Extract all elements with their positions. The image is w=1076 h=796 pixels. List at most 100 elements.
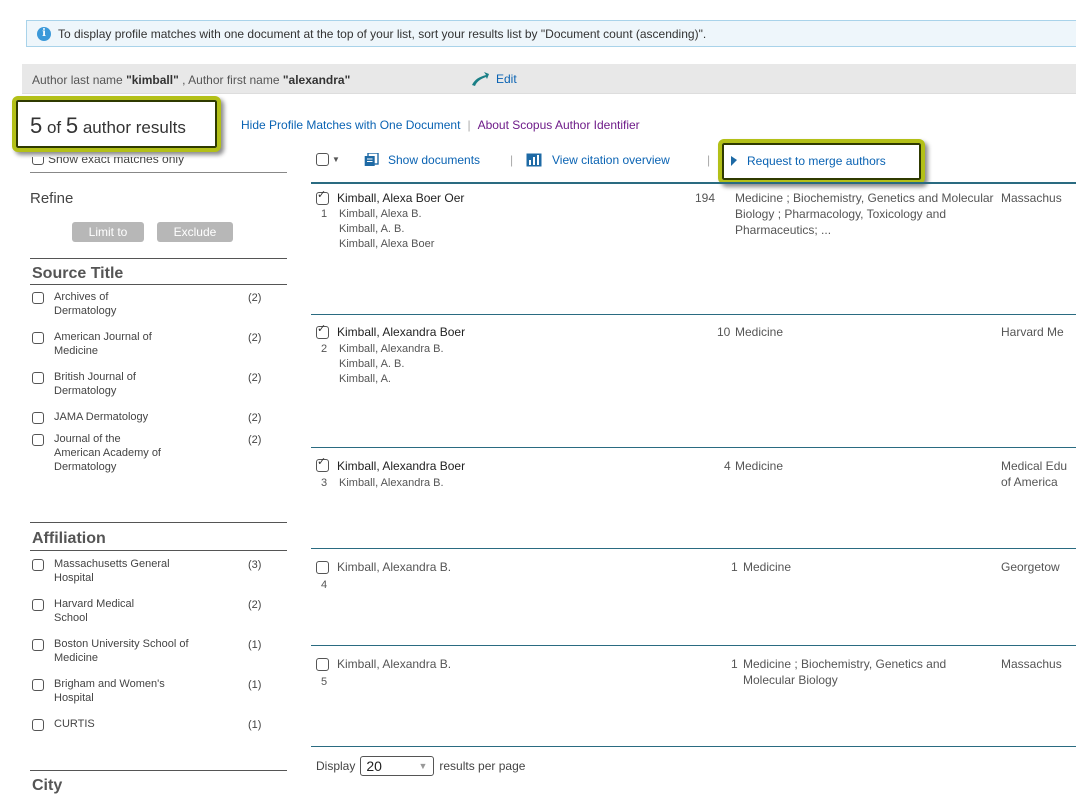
facet-count: (2) — [248, 292, 262, 304]
affiliation: Harvard Me — [1001, 325, 1064, 339]
edit-label: Edit — [496, 72, 517, 86]
document-count[interactable]: 10 — [717, 325, 730, 339]
results-count: 5 of 5 author results — [30, 113, 186, 139]
facet-count: (1) — [248, 639, 262, 651]
document-count[interactable]: 4 — [724, 459, 731, 473]
facet-count: (2) — [248, 434, 262, 446]
facet-item[interactable]: Archives of Dermatology (2) — [32, 290, 287, 330]
sidebar-divider — [30, 172, 287, 173]
facet-item[interactable]: Brigham and Women's Hospital (1) — [32, 677, 287, 717]
request-merge-authors-button[interactable]: Request to merge authors — [731, 154, 886, 168]
facet-item[interactable]: Harvard Medical School (2) — [32, 597, 287, 637]
select-all-checkbox[interactable] — [316, 153, 329, 166]
section-divider — [30, 770, 287, 771]
facet-count: (2) — [248, 599, 262, 611]
show-exact-checkbox[interactable] — [32, 157, 44, 165]
author-name-link[interactable]: Kimball, Alexandra Boer — [337, 459, 465, 473]
first-name-label: , Author first name — [178, 73, 283, 87]
author-name-link[interactable]: Kimball, Alexandra Boer — [337, 325, 465, 339]
chevron-down-icon[interactable]: ▼ — [332, 155, 340, 164]
city-heading: City — [32, 777, 63, 794]
separator: | — [707, 153, 711, 167]
show-exact-label: Show exact matches only — [48, 157, 185, 166]
facet-checkbox[interactable] — [32, 292, 44, 304]
subject-areas: Medicine ; Biochemistry, Genetics and Mo… — [735, 191, 994, 237]
facet-checkbox[interactable] — [32, 434, 44, 446]
facet-checkbox[interactable] — [32, 332, 44, 344]
exclude-button[interactable]: Exclude — [157, 222, 233, 242]
subject-areas: Medicine ; Biochemistry, Genetics and Mo… — [743, 657, 947, 687]
document-count[interactable]: 1 — [731, 657, 738, 671]
results-per-page-value: 20 — [366, 758, 382, 774]
facet-checkbox[interactable] — [32, 719, 44, 731]
facet-checkbox[interactable] — [32, 639, 44, 651]
name-variant: Kimball, Alexandra B. — [339, 477, 444, 489]
subject-areas: Medicine — [735, 459, 784, 473]
results-of: of — [42, 118, 66, 137]
facet-item[interactable]: American Journal of Medicine (2) — [32, 330, 287, 370]
row-divider — [311, 746, 1076, 747]
facet-label: British Journal of Dermatology — [54, 371, 136, 397]
affiliation-heading: Affiliation — [32, 530, 106, 547]
limit-to-button[interactable]: Limit to — [72, 222, 144, 242]
display-label: Display — [316, 759, 356, 773]
facet-label: Brigham and Women's Hospital — [54, 678, 165, 704]
facet-item[interactable]: CURTIS (1) — [32, 717, 287, 739]
refine-title: Refine — [30, 190, 74, 207]
facet-checkbox[interactable] — [32, 412, 44, 424]
search-criteria-bar: Author last name "kimball" , Author firs… — [22, 64, 1076, 94]
facet-item[interactable]: Journal of the American Academy of Derma… — [32, 432, 287, 486]
info-banner: i To display profile matches with one do… — [26, 20, 1076, 47]
source-title-heading: Source Title — [32, 265, 124, 282]
affiliation: Massachus — [1001, 657, 1062, 671]
author-row: ✓ Kimball, Alexa Boer Oer 1 Kimball, Ale… — [311, 184, 1076, 314]
hide-profile-matches-link[interactable]: Hide Profile Matches with One Document — [241, 118, 460, 132]
row-number: 1 — [321, 208, 328, 220]
name-variant: Kimball, A. — [339, 373, 391, 385]
section-divider — [30, 284, 287, 285]
select-all-control[interactable]: ▼ — [316, 153, 340, 166]
last-name-value: "kimball" — [126, 73, 179, 87]
facet-item[interactable]: Massachusetts General Hospital (3) — [32, 557, 287, 597]
first-name-value: "alexandra" — [282, 73, 351, 87]
show-exact-matches-option[interactable]: Show exact matches only — [30, 157, 287, 171]
facet-label: Archives of Dermatology — [54, 291, 117, 317]
author-name-link[interactable]: Kimball, Alexa Boer Oer — [337, 191, 464, 205]
facet-item[interactable]: JAMA Dermatology (2) — [32, 410, 287, 432]
facet-item[interactable]: Boston University School of Medicine (1) — [32, 637, 287, 677]
facet-count: (1) — [248, 679, 262, 691]
view-citation-overview-button[interactable]: View citation overview — [526, 153, 670, 167]
results-per-page-suffix: results per page — [439, 759, 526, 773]
separator: | — [510, 153, 514, 167]
facet-checkbox[interactable] — [32, 372, 44, 384]
facet-count: (2) — [248, 372, 262, 384]
about-author-identifier-link[interactable]: About Scopus Author Identifier — [478, 118, 640, 132]
results-per-page-select[interactable]: 20 ▼ — [360, 756, 435, 776]
show-documents-button[interactable]: Show documents — [364, 153, 480, 167]
view-citation-label: View citation overview — [552, 153, 670, 167]
separator: | — [467, 118, 471, 132]
facet-checkbox[interactable] — [32, 599, 44, 611]
author-name-link[interactable]: Kimball, Alexandra B. — [337, 657, 451, 671]
name-variant: Kimball, A. B. — [339, 223, 405, 235]
row-number: 5 — [321, 676, 328, 688]
document-count[interactable]: 1 — [731, 560, 738, 574]
document-count[interactable]: 194 — [695, 191, 715, 205]
facet-checkbox[interactable] — [32, 559, 44, 571]
row-checkbox[interactable] — [316, 561, 329, 574]
author-row: ✓ Kimball, Alexandra Boer 3 Kimball, Ale… — [311, 448, 1076, 548]
facet-count: (2) — [248, 412, 262, 424]
facet-checkbox[interactable] — [32, 679, 44, 691]
author-row: Kimball, Alexandra B. 5 1 Medicine ; Bio… — [311, 646, 1076, 746]
request-merge-label: Request to merge authors — [747, 154, 886, 168]
results-total: 5 — [65, 113, 79, 138]
row-number: 4 — [321, 579, 328, 591]
name-variant: Kimball, A. B. — [339, 358, 405, 370]
affiliation: Massachus — [1001, 191, 1062, 205]
row-checkbox[interactable] — [316, 658, 329, 671]
facet-item[interactable]: British Journal of Dermatology (2) — [32, 370, 287, 410]
info-icon: i — [37, 26, 51, 41]
author-row: Kimball, Alexandra B. 4 1 Medicine Georg… — [311, 549, 1076, 644]
edit-search-button[interactable]: Edit — [470, 71, 517, 87]
author-name-link[interactable]: Kimball, Alexandra B. — [337, 560, 451, 574]
